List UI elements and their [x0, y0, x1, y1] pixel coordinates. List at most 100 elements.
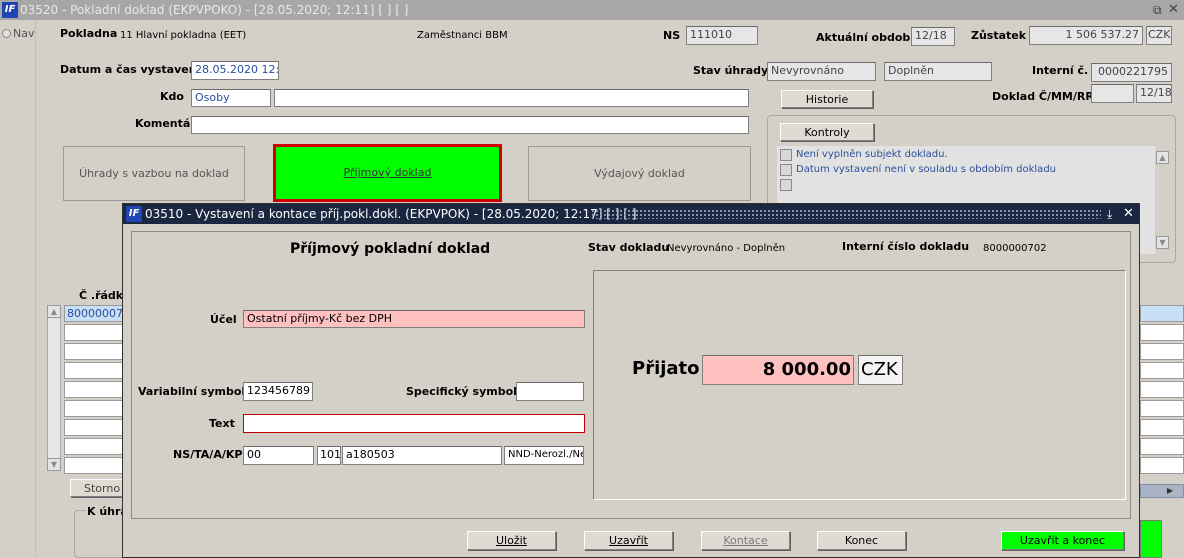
end-button[interactable]: Konec [817, 531, 906, 550]
dialog-content-panel: Příjmový pokladní doklad Stav dokladu Ne… [131, 231, 1131, 519]
green-indicator [1140, 520, 1162, 558]
message-checkbox[interactable] [780, 164, 792, 176]
table-row[interactable] [64, 381, 124, 398]
table-row[interactable] [1140, 305, 1184, 322]
nav-strip: Nav [0, 20, 36, 558]
scroll-down-icon[interactable]: ▼ [1156, 236, 1169, 249]
nav-radio-icon[interactable] [2, 29, 11, 38]
table-row[interactable] [1140, 362, 1184, 379]
dialog-close-icon[interactable]: ✕ [1123, 204, 1134, 224]
scroll-up-icon[interactable]: ▲ [1156, 151, 1169, 164]
grid-scroll-up-icon[interactable]: ▲ [47, 305, 61, 318]
main-window-title: 03520 - Pokladní doklad (EKPVPOKO) - [28… [20, 3, 409, 17]
period-field[interactable]: 12/18 [911, 27, 955, 46]
kp-field[interactable]: NND-Nerozl./Ne [504, 446, 584, 465]
table-row[interactable]: 800000070 [64, 305, 124, 322]
kdo-type-field[interactable]: Osoby [191, 89, 271, 107]
comment-label: Komentář [135, 117, 196, 130]
ns-label: NS [663, 29, 681, 42]
dialog-titlebar[interactable]: IF 03510 - Vystavení a kontace příj.pokl… [123, 204, 1139, 224]
dialog-logo-icon: IF [126, 206, 142, 222]
period-label: Aktuální období [816, 31, 915, 44]
controls-button[interactable]: Kontroly [780, 123, 874, 141]
message-checkbox[interactable] [780, 149, 792, 161]
comment-field[interactable] [191, 116, 749, 134]
receipt-dialog: IF 03510 - Vystavení a kontace příj.pokl… [122, 203, 1140, 558]
datetime-field[interactable]: 28.05.2020 12:11 [191, 61, 279, 80]
linked-payments-button[interactable]: Úhrady s vazbou na doklad [63, 146, 245, 201]
doc-status-value: Nevyrovnáno - Doplněn [667, 243, 786, 254]
message-checkbox[interactable] [780, 179, 792, 191]
ta-field[interactable]: 101 [317, 446, 341, 465]
table-row[interactable] [1140, 381, 1184, 398]
doc-status-label: Stav dokladu [588, 241, 670, 254]
nav-label[interactable]: Nav [13, 27, 34, 41]
purpose-label: Účel [210, 313, 237, 326]
dialog-title: 03510 - Vystavení a kontace příj.pokl.do… [145, 207, 637, 221]
ns-field[interactable]: 111010 [686, 26, 758, 45]
received-panel: Přijato 8 000.00 CZK [593, 270, 1126, 500]
titlebar-grip [591, 209, 1101, 219]
table-row[interactable] [64, 343, 124, 360]
received-label: Přijato [632, 358, 700, 379]
doc-period-field[interactable]: 12/18 [1136, 84, 1172, 103]
ns-ta-a-kp-label: NS/TA/A/KP [173, 448, 243, 461]
a-field[interactable]: a180503 [342, 446, 502, 465]
doc-no-field[interactable] [1091, 84, 1134, 103]
close-icon[interactable]: ✕ [1168, 0, 1179, 20]
close-button[interactable]: Uzavřít [584, 531, 673, 550]
table-row[interactable] [1140, 438, 1184, 455]
table-row[interactable] [64, 438, 124, 455]
storno-button[interactable]: Storno i [70, 479, 130, 497]
table-row[interactable] [1140, 343, 1184, 360]
internal-no-label: Interní č. [1032, 64, 1089, 77]
history-button[interactable]: Historie [781, 90, 873, 108]
pokladna-value: 11 Hlavní pokladna (EET) [120, 30, 247, 41]
horizontal-scrollbar[interactable]: ▶ [1140, 484, 1184, 498]
main-titlebar[interactable]: IF 03520 - Pokladní doklad (EKPVPOKO) - … [0, 0, 1184, 20]
received-currency-field[interactable]: CZK [858, 355, 903, 385]
table-row[interactable] [64, 419, 124, 436]
payment-status-label: Stav úhrady [693, 64, 769, 77]
table-row[interactable] [64, 324, 124, 341]
doc-no-label: Doklad Č/MM/RR [992, 90, 1094, 103]
expense-button[interactable]: Výdajový doklad [528, 146, 751, 201]
table-row[interactable] [64, 457, 124, 474]
dialog-minimize-icon[interactable]: ⤓ [1107, 204, 1112, 224]
kdo-label: Kdo [160, 90, 184, 103]
table-row[interactable] [64, 362, 124, 379]
spec-symbol-field[interactable] [516, 382, 584, 401]
app-logo-icon: IF [2, 2, 18, 18]
table-row[interactable] [1140, 324, 1184, 341]
table-row[interactable] [1140, 400, 1184, 417]
spec-symbol-label: Specifický symbol [406, 385, 517, 398]
grid-scroll-down-icon[interactable]: ▼ [47, 458, 61, 471]
var-symbol-field[interactable]: 123456789 [243, 382, 313, 401]
grid-scrollbar[interactable] [47, 318, 61, 458]
control-message: Datum vystavení není v souladu s obdobím… [796, 164, 1056, 175]
var-symbol-label: Variabilní symbol [138, 385, 246, 398]
payment-status-field-2[interactable]: Doplněn [884, 62, 992, 81]
purpose-field[interactable]: Ostatní příjmy-Kč bez DPH [243, 310, 585, 328]
close-and-end-button[interactable]: Uzavřít a konec [1001, 531, 1124, 550]
receipt-button[interactable]: Příjmový doklad [273, 144, 502, 202]
scroll-right-icon[interactable]: ▶ [1167, 485, 1173, 497]
table-row[interactable] [1140, 457, 1184, 474]
contact-button[interactable]: Kontace [701, 531, 790, 550]
text-field[interactable] [243, 414, 585, 433]
restore-icon[interactable]: ⧉ [1153, 0, 1162, 20]
currency-field[interactable]: CZK [1146, 26, 1172, 45]
dialog-internal-no-value: 8000000702 [983, 243, 1047, 254]
text-label: Text [209, 417, 235, 430]
balance-field[interactable]: 1 506 537.27 [1029, 26, 1143, 45]
group-value: Zaměstnanci BBM [417, 30, 508, 41]
table-row[interactable] [1140, 419, 1184, 436]
datetime-label: Datum a čas vystavení [60, 63, 201, 76]
table-row[interactable] [64, 400, 124, 417]
payment-status-field[interactable]: Nevyrovnáno [767, 62, 876, 81]
ns-field[interactable]: 00 [243, 446, 314, 465]
received-amount-field[interactable]: 8 000.00 [702, 355, 854, 385]
kdo-name-field[interactable] [274, 89, 749, 107]
internal-no-field[interactable]: 0000221795 [1091, 63, 1172, 82]
save-button[interactable]: Uložit [467, 531, 556, 550]
